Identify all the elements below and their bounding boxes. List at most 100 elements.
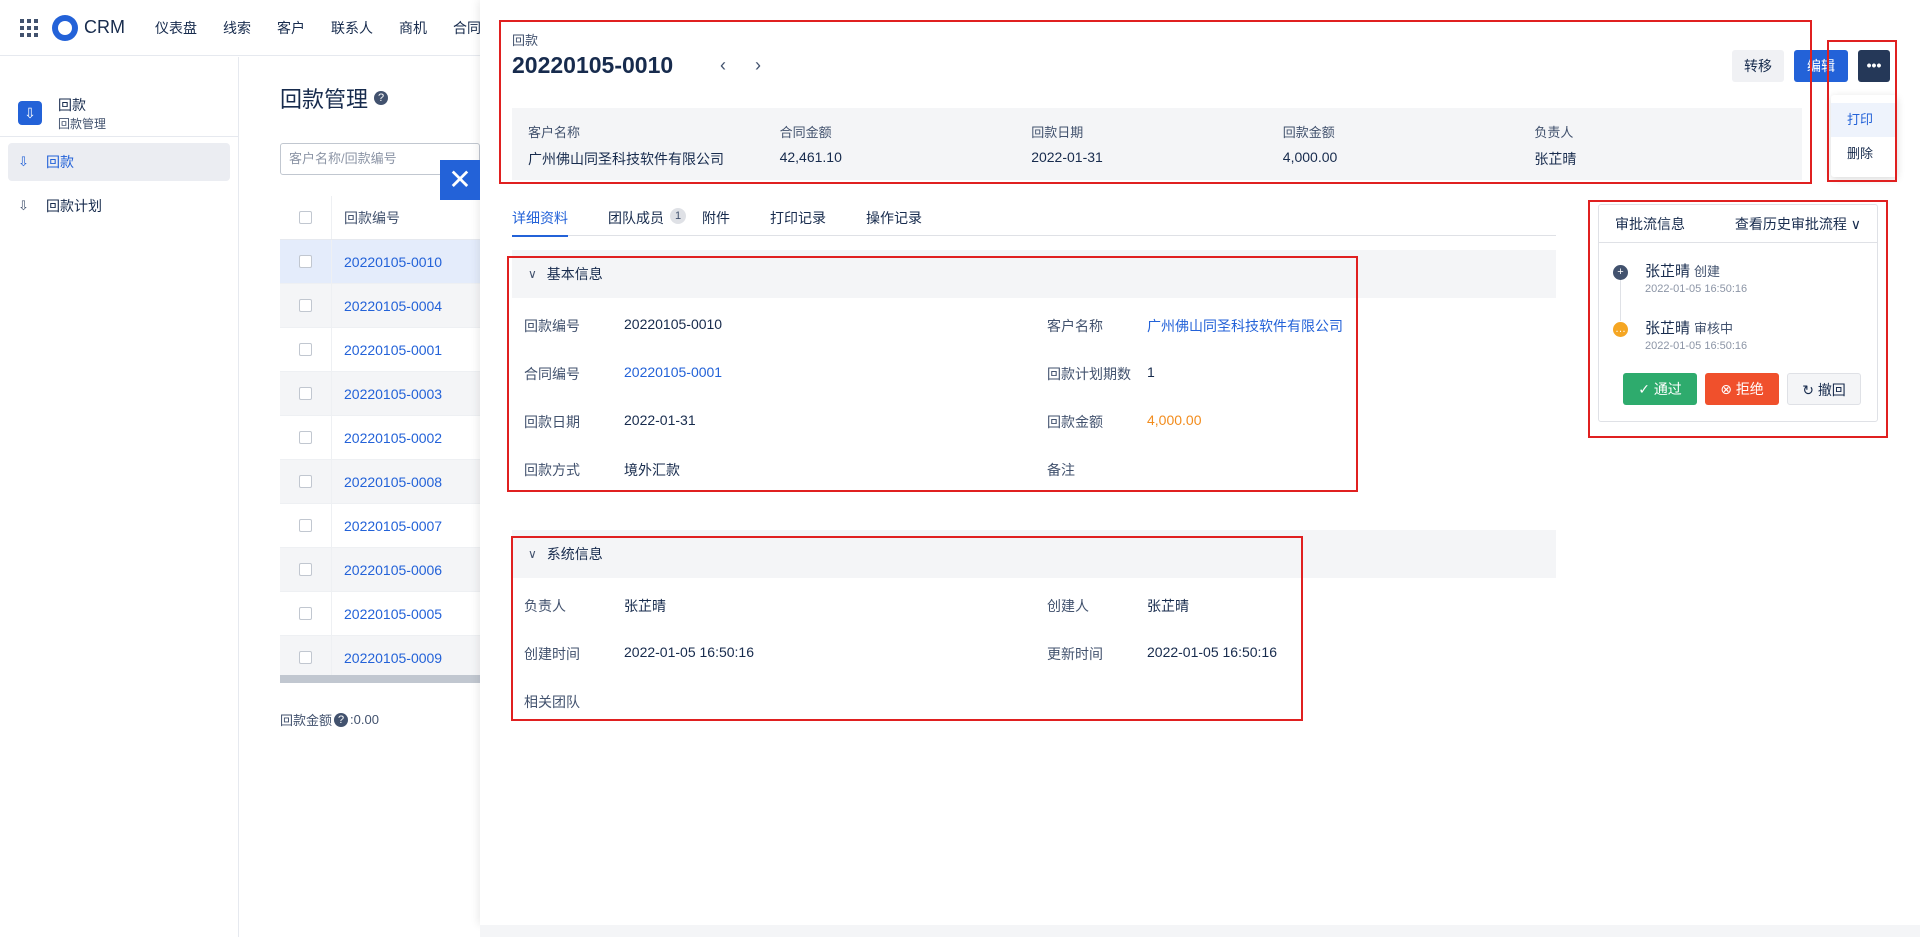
creator-value: 张芷晴 — [1147, 598, 1189, 614]
apps-grid-icon[interactable] — [20, 18, 38, 37]
payment-no-link[interactable]: 20220105-0002 — [332, 430, 442, 446]
approve-label: 通过 — [1653, 381, 1682, 397]
row-checkbox[interactable] — [299, 519, 312, 532]
chevron-left-icon[interactable]: ‹ — [720, 55, 726, 76]
payment-icon: ⇩ — [18, 154, 29, 169]
row-checkbox[interactable] — [299, 255, 312, 268]
sidebar-item-label: 回款 — [46, 154, 74, 170]
sidebar-item-payment-plan[interactable]: ⇩ 回款计划 — [8, 187, 230, 225]
payment-plan-icon: ⇩ — [18, 198, 29, 213]
row-checkbox[interactable] — [299, 475, 312, 488]
table-row[interactable]: 20220105-0004 — [280, 284, 480, 328]
row-checkbox[interactable] — [299, 607, 312, 620]
tab-print-records[interactable]: 打印记录 — [770, 208, 826, 236]
payment-no-link[interactable]: 20220105-0005 — [332, 606, 442, 622]
row-checkbox[interactable] — [299, 563, 312, 576]
payment-module-icon: ⇩ — [18, 101, 42, 125]
table-row[interactable]: 20220105-0002 — [280, 416, 480, 460]
column-header-payment-no[interactable]: 回款编号 — [332, 208, 400, 228]
row-checkbox[interactable] — [299, 651, 312, 664]
sidebar-item-payment[interactable]: ⇩ 回款 — [8, 143, 230, 181]
approval-history-toggle[interactable]: 查看历史审批流程 ∨ — [1735, 214, 1861, 234]
basic-info-header[interactable]: ∨ 基本信息 — [512, 250, 1556, 298]
transfer-button[interactable]: 转移 — [1732, 50, 1784, 82]
summary-value: 张芷晴 — [1534, 151, 1577, 167]
payment-amount-value: 4,000.00 — [1147, 412, 1202, 428]
payment-no-link[interactable]: 20220105-0010 — [332, 254, 442, 270]
payment-no-link[interactable]: 20220105-0004 — [332, 298, 442, 314]
row-checkbox[interactable] — [299, 343, 312, 356]
select-all-checkbox[interactable] — [299, 211, 312, 224]
payment-date-value: 2022-01-31 — [624, 412, 696, 428]
tab-operation-records[interactable]: 操作记录 — [866, 208, 922, 236]
customer-link[interactable]: 广州佛山同圣科技软件有限公司 — [1147, 316, 1343, 336]
updated-time-label: 更新时间 — [1047, 646, 1103, 662]
table-row[interactable]: 20220105-0001 — [280, 328, 480, 372]
horizontal-scrollbar[interactable] — [280, 675, 480, 683]
list-footer: 回款金额 ? :0.00 — [280, 710, 379, 729]
contract-no-link[interactable]: 20220105-0001 — [624, 364, 722, 380]
table-row[interactable]: 20220105-0005 — [280, 592, 480, 636]
payment-no-link[interactable]: 20220105-0006 — [332, 562, 442, 578]
system-info-header[interactable]: ∨ 系统信息 — [512, 530, 1556, 578]
table-row[interactable]: 20220105-0003 — [280, 372, 480, 416]
pending-icon: … — [1613, 322, 1628, 337]
nav-item-customers[interactable]: 客户 — [277, 18, 305, 38]
payment-no-link[interactable]: 20220105-0007 — [332, 518, 442, 534]
footer-amount-value: :0.00 — [350, 712, 379, 727]
approver-name: 张芷晴 — [1645, 320, 1691, 337]
nav-item-leads[interactable]: 线索 — [223, 18, 251, 38]
payment-no-link[interactable]: 20220105-0009 — [332, 650, 442, 666]
tab-team-members[interactable]: 团队成员 1 — [608, 208, 686, 236]
row-checkbox[interactable] — [299, 431, 312, 444]
approval-step-created: 张芷晴 创建 — [1645, 260, 1720, 281]
help-icon[interactable]: ? — [334, 712, 349, 727]
record-type-label: 回款 — [512, 33, 539, 48]
menu-item-print[interactable]: 打印 — [1831, 103, 1897, 137]
approval-time: 2022-01-05 16:50:16 — [1645, 283, 1748, 295]
approval-action: 创建 — [1694, 264, 1721, 279]
table-row[interactable]: 20220105-0008 — [280, 460, 480, 504]
tab-label: 操作记录 — [866, 210, 922, 226]
payment-no-link[interactable]: 20220105-0003 — [332, 386, 442, 402]
approval-time: 2022-01-05 16:50:16 — [1645, 340, 1748, 352]
more-dropdown-menu: 打印 删除 — [1831, 95, 1897, 177]
nav-item-dashboard[interactable]: 仪表盘 — [155, 18, 197, 38]
row-checkbox[interactable] — [299, 387, 312, 400]
more-button[interactable]: ••• — [1858, 50, 1890, 82]
revoke-label: 撤回 — [1817, 382, 1846, 398]
payment-no-link[interactable]: 20220105-0001 — [332, 342, 442, 358]
table-row[interactable]: 20220105-0007 — [280, 504, 480, 548]
reject-button[interactable]: ⊗ 拒绝 — [1705, 373, 1779, 405]
close-panel-button[interactable]: ✕ — [440, 160, 480, 200]
related-team-label: 相关团队 — [524, 694, 580, 710]
table-row[interactable]: 20220105-0009 — [280, 636, 480, 680]
chevron-right-icon[interactable]: › — [755, 55, 761, 76]
footer-amount-label: 回款金额 — [280, 713, 333, 728]
approve-button[interactable]: ✓ 通过 — [1623, 373, 1697, 405]
tab-attachments[interactable]: 附件 — [702, 208, 730, 236]
table-row[interactable]: 20220105-0006 — [280, 548, 480, 592]
revoke-button[interactable]: ↻ 撤回 — [1787, 373, 1861, 405]
logo-text: CRM — [84, 17, 125, 37]
sidebar: ⇩ 回款 回款管理 ⇩ 回款 ⇩ 回款计划 — [0, 57, 239, 937]
nav-item-opportunities[interactable]: 商机 — [399, 18, 427, 38]
page-title-text: 回款管理 — [280, 87, 369, 112]
approval-title: 审批流信息 — [1615, 215, 1685, 232]
table-row[interactable]: 20220105-0010 — [280, 240, 480, 284]
payment-no-link[interactable]: 20220105-0008 — [332, 474, 442, 490]
sidebar-title: 回款 — [58, 96, 86, 113]
logo[interactable]: CRM — [52, 14, 125, 41]
summary-value: 4,000.00 — [1282, 149, 1338, 165]
edit-button[interactable]: 编辑 — [1794, 50, 1848, 82]
nav-item-contacts[interactable]: 联系人 — [331, 18, 373, 38]
payment-date-label: 回款日期 — [524, 414, 580, 430]
nav-item-contracts[interactable]: 合同 — [453, 18, 481, 38]
logo-icon — [52, 14, 78, 41]
row-checkbox[interactable] — [299, 299, 312, 312]
menu-item-delete[interactable]: 删除 — [1831, 137, 1897, 171]
tab-details[interactable]: 详细资料 — [512, 208, 568, 237]
help-icon[interactable]: ? — [374, 91, 389, 105]
summary-contract-amount: 合同金额 42,461.10 — [780, 122, 1032, 166]
table-header: 回款编号 — [280, 196, 480, 240]
